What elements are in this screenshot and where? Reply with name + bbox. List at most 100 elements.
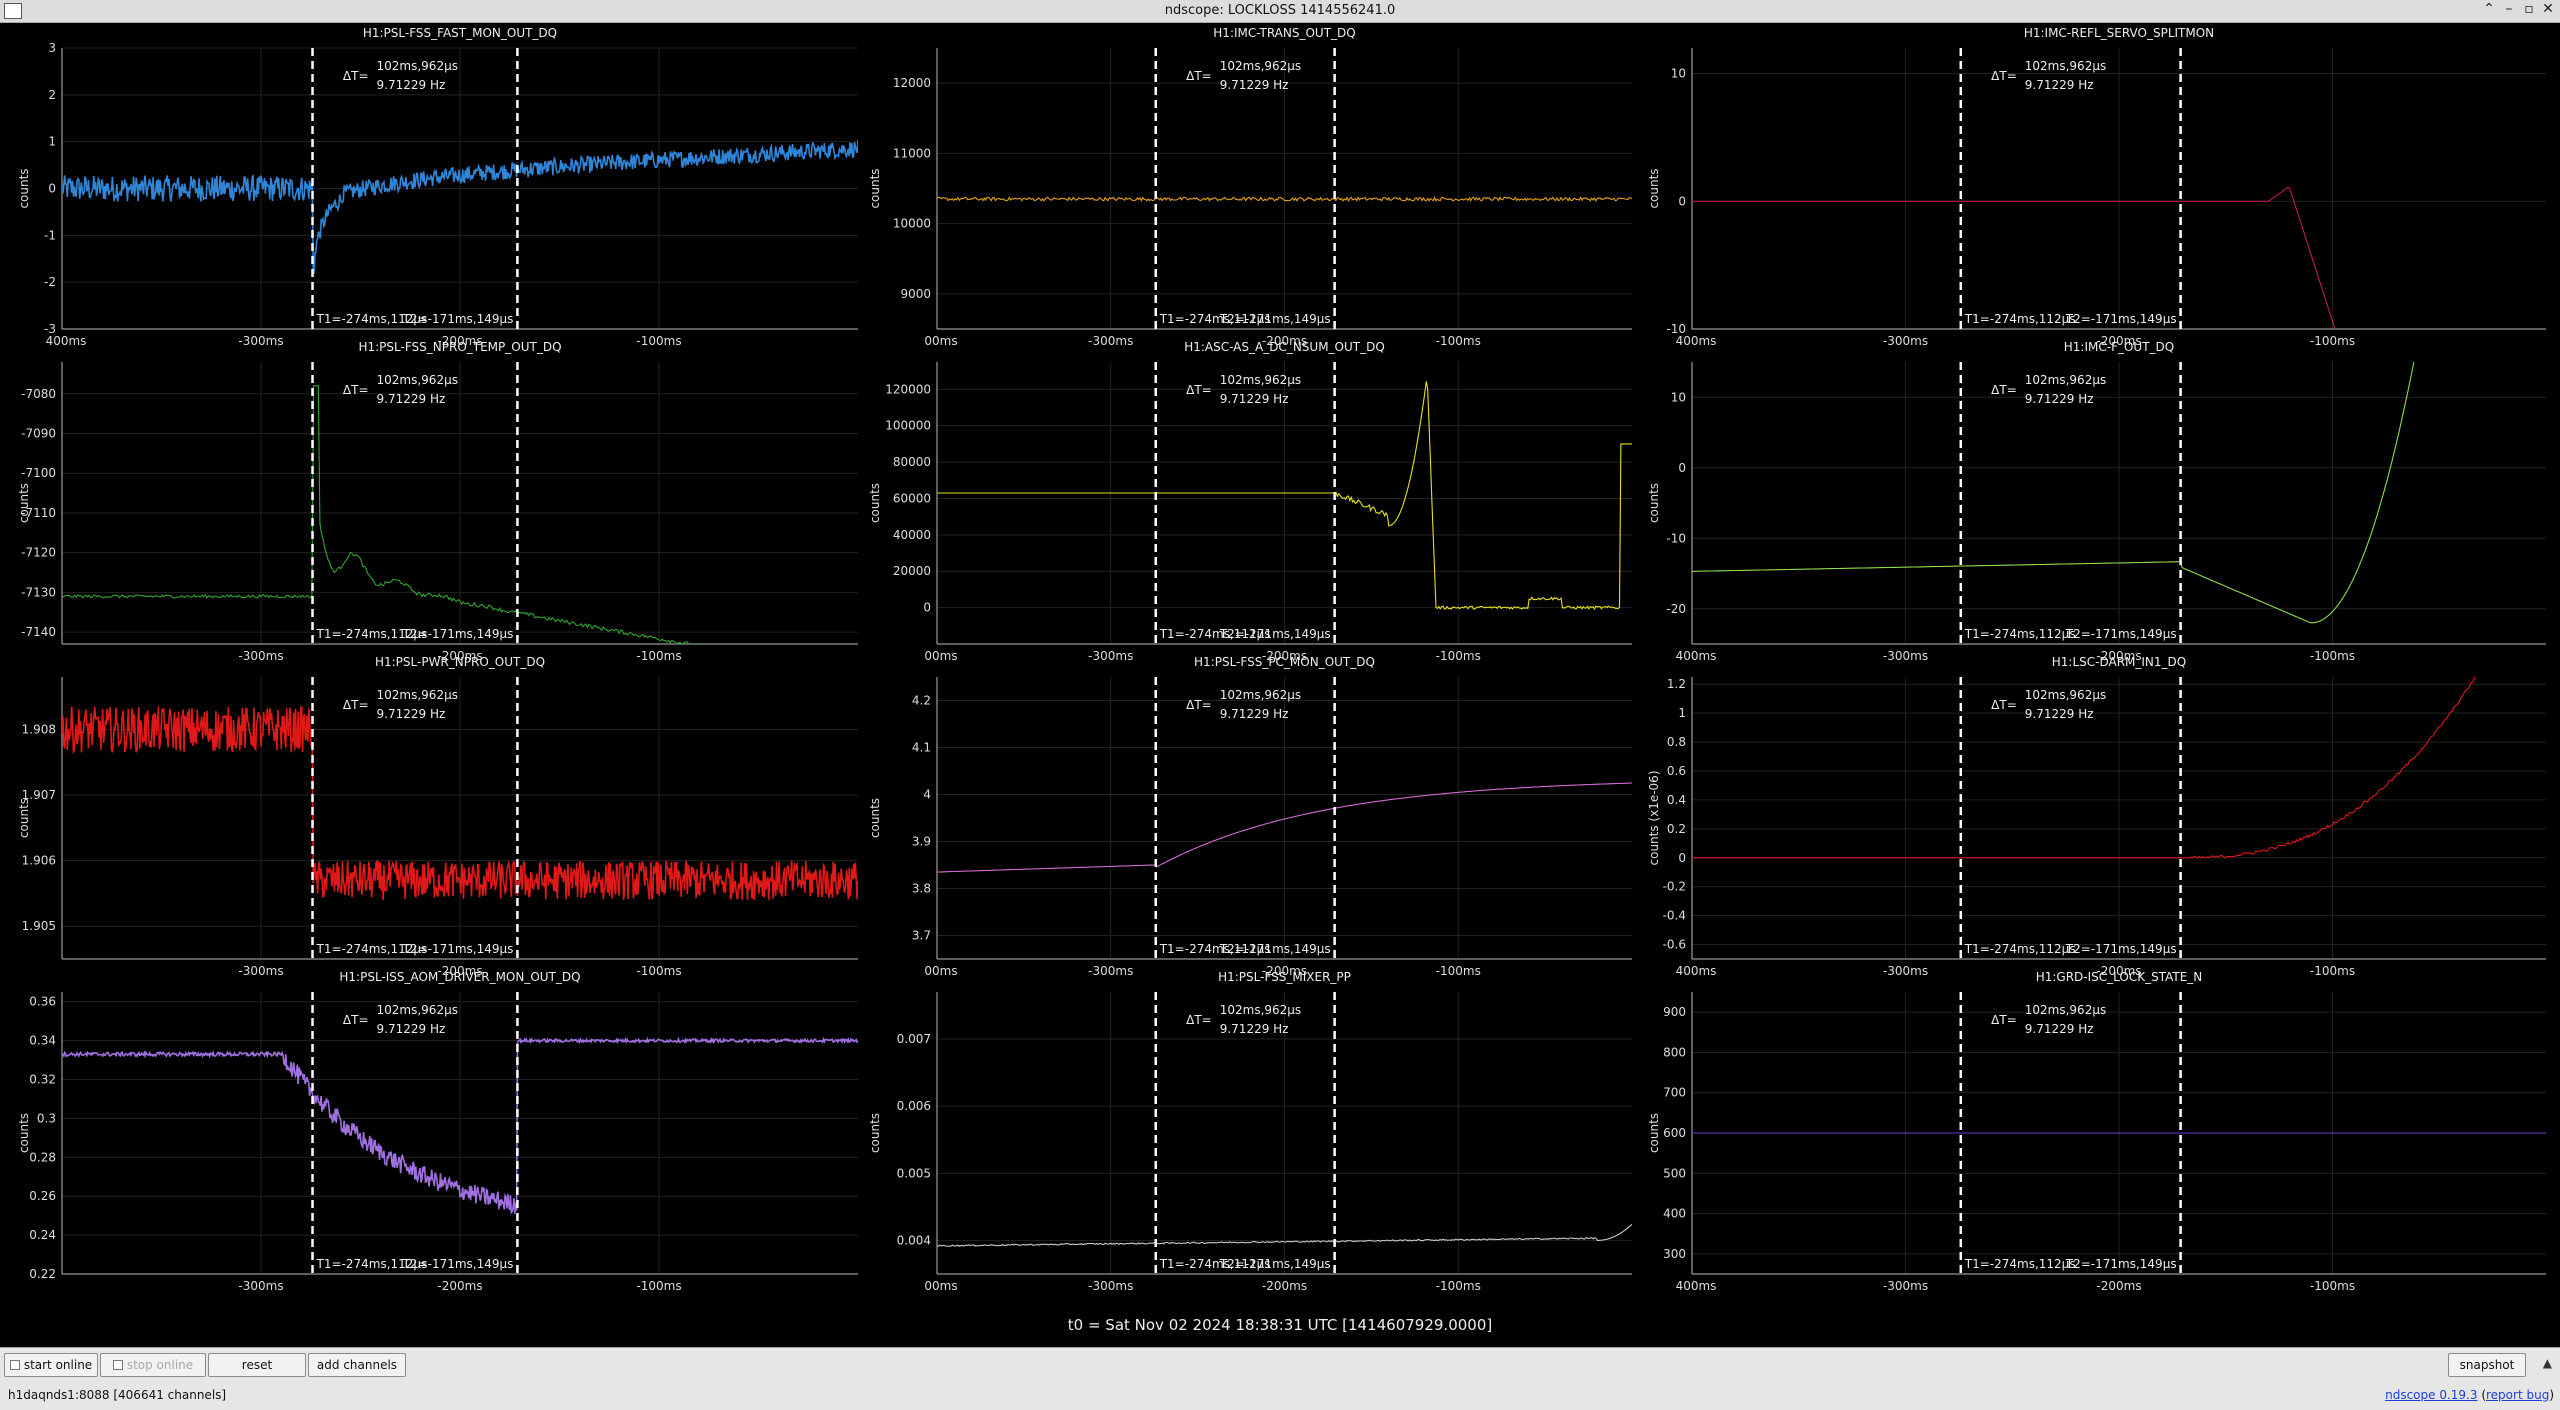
y-tick-label: 0.36 (29, 995, 56, 1009)
plot-panel[interactable]: 1.210.80.60.40.20-0.2-0.4-0.6-300ms -200m… (1647, 548, 2546, 979)
delta-t-frequency: 9.71229 Hz (1220, 78, 1289, 92)
delta-t-frequency: 9.71229 Hz (377, 707, 446, 721)
plot-title: H1:IMC-REFL_SERVO_SPLITMON (2024, 26, 2214, 40)
x-tick-label: 00ms (924, 649, 957, 663)
x-tick-label: -300ms (1883, 649, 1928, 663)
y-tick-label: -7130 (21, 585, 56, 599)
y-tick-label: 12000 (893, 76, 931, 90)
maximize-icon[interactable]: ▫ (2520, 1, 2538, 17)
delta-t-label: ΔT= (1991, 698, 2017, 712)
y-tick-label: 0.8 (1667, 735, 1686, 749)
y-tick-label: -7080 (21, 387, 56, 401)
delta-t-value: 102ms,962µs (1220, 688, 1301, 702)
y-tick-label: 0.28 (29, 1150, 56, 1164)
x-tick-label: -100ms (1436, 1279, 1481, 1293)
plot-title: H1:PSL-FSS_PC_MON_OUT_DQ (1194, 655, 1375, 669)
plot-panel[interactable]: 900 800 700 600 500 400 300 -300ms -200ms -100ms 4… (1647, 970, 2546, 1293)
y-tick-label: 0.004 (897, 1233, 931, 1247)
y-tick-label: 300 (1663, 1247, 1686, 1261)
y-tick-label: 60000 (893, 491, 931, 505)
x-tick-label: -300ms (238, 1279, 283, 1293)
x-tick-label: -200ms (2096, 1279, 2141, 1293)
y-tick-label: 10000 (893, 217, 931, 231)
plot-panel[interactable]: 0.36 0.34 0.32 0.3 0.28 0.26 0.24 0.22 -300ms -20… (17, 970, 858, 1293)
version-info: ndscope 0.19.3 (report bug) (2385, 1388, 2554, 1402)
plot-panel[interactable]: -7080-7090-7100-7110-7120-7130-7140-300m… (17, 340, 858, 675)
y-axis-label: counts (17, 168, 31, 208)
x-tick-label: -100ms (1436, 964, 1481, 978)
y-tick-label: 4.1 (912, 741, 931, 755)
add-channels-button[interactable]: add channels (308, 1353, 406, 1377)
delta-t-label: ΔT= (343, 69, 369, 83)
server-label: h1daqnds1:8088 (8, 1388, 110, 1402)
y-tick-label: 1.905 (22, 919, 56, 933)
t1-cursor-label: T1=-274ms,112µs (1964, 1257, 2076, 1271)
t2-cursor-label: T2=-171ms,149µs (1219, 1257, 1331, 1271)
plot-panel[interactable]: 100-10-20-300ms -200ms -100ms400msH1:IMC-F… (1647, 22, 2546, 663)
x-tick-label: -300ms (1883, 964, 1928, 978)
y-tick-label: 40000 (893, 528, 931, 542)
x-tick-label: -200ms (1262, 1279, 1307, 1293)
y-axis-label: counts (1647, 1113, 1661, 1153)
chevron-up-icon[interactable]: ⌃ (2480, 1, 2498, 17)
t2-cursor-label: T2=-171ms,149µs (2065, 942, 2177, 956)
delta-t-frequency: 9.71229 Hz (2025, 1022, 2094, 1036)
t1-cursor-label: T1=-274ms,112µs (1964, 942, 2076, 956)
y-tick-label: 0.4 (1667, 793, 1686, 807)
y-tick-label: 10 (1671, 67, 1686, 81)
y-tick-label: 500 (1663, 1166, 1686, 1180)
y-tick-label: 3.9 (912, 835, 931, 849)
y-tick-label: -0.6 (1663, 938, 1686, 952)
y-axis-label: counts (1647, 483, 1661, 523)
x-tick-label: 400ms (1676, 334, 1717, 348)
stop-online-label: stop online (126, 1358, 194, 1372)
plot-title: H1:ASC-AS_A_DC_NSUM_OUT_DQ (1184, 340, 1385, 354)
x-tick-label: -100ms (1436, 334, 1481, 348)
plot-panel[interactable]: 120000 100000 80000 60000 40000 20000 0 -300ms -… (868, 340, 1632, 663)
x-tick-label: -300ms (238, 649, 283, 663)
snapshot-button[interactable]: snapshot (2448, 1353, 2526, 1377)
y-tick-label: -0.2 (1663, 880, 1686, 894)
stop-online-button[interactable]: stop online (100, 1353, 206, 1377)
start-online-button[interactable]: start online (4, 1353, 98, 1377)
plot-grid[interactable]: 3 2 1 0 -1 -2 -3 -300ms -200ms -100ms 400ms H1:PSL-… (0, 22, 2560, 1347)
delta-t-label: ΔT= (1991, 1013, 2017, 1027)
plot-title: H1:PSL-FSS_NPRO_TEMP_OUT_DQ (358, 340, 561, 354)
delta-t-value: 102ms,962µs (2025, 688, 2106, 702)
plot-panel[interactable]: 1200011000100009000-300ms -200ms -100ms00m… (868, 26, 1632, 348)
start-online-label: start online (23, 1358, 93, 1372)
version-link[interactable]: ndscope 0.19.3 (2385, 1388, 2477, 1402)
delta-t-frequency: 9.71229 Hz (377, 78, 446, 92)
y-axis-label: counts (x1e-06) (1647, 770, 1661, 865)
plot-panel[interactable]: 3210-1-2-3-300ms -200ms -100ms400msH1:PSL-… (17, 26, 858, 348)
delta-t-label: ΔT= (1186, 69, 1212, 83)
delta-t-label: ΔT= (343, 1013, 369, 1027)
y-tick-label: 80000 (893, 455, 931, 469)
y-tick-label: 700 (1663, 1086, 1686, 1100)
y-tick-label: 3 (48, 41, 56, 55)
close-icon[interactable]: ✕ (2539, 1, 2557, 17)
y-tick-label: -7090 (21, 426, 56, 440)
reset-button[interactable]: reset (208, 1353, 306, 1377)
plots-svg[interactable]: 3210-1-2-3-300ms -200ms -100ms400msH1:PSL-… (0, 22, 2560, 1347)
plot-panel[interactable]: 1.9081.9071.9061.905-300ms -200ms -100msH1… (17, 655, 858, 978)
chevron-up-icon[interactable]: ▲ (2543, 1356, 2552, 1370)
report-bug-link[interactable]: report bug (2486, 1388, 2549, 1402)
x-tick-label: -100ms (636, 334, 681, 348)
window-title: ndscope: LOCKLOSS 1414556241.0 (1164, 3, 1396, 18)
y-tick-label: 0 (1678, 461, 1686, 475)
plot-title: H1:IMC-F_OUT_DQ (2064, 340, 2174, 354)
delta-t-frequency: 9.71229 Hz (2025, 707, 2094, 721)
y-axis-label: counts (868, 168, 882, 208)
delta-t-value: 102ms,962µs (1220, 59, 1301, 73)
plot-panel[interactable]: 0.007 0.006 0.005 0.004 -300ms -200ms -100ms 00… (868, 970, 1632, 1293)
y-tick-label: 10 (1671, 390, 1686, 404)
y-tick-label: 1 (1678, 706, 1686, 720)
x-tick-label: -300ms (238, 334, 283, 348)
plot-panel[interactable]: 4.24.143.93.83.7-300ms -200ms -100ms00msH1… (868, 655, 1632, 978)
channel-count: [406641 channels] (113, 1388, 227, 1402)
minimize-icon[interactable]: – (2500, 1, 2518, 17)
x-tick-label: 400ms (1676, 964, 1717, 978)
plot-panel[interactable]: 100-10-300ms -200ms -100ms400msH1:IMC-REFL… (1647, 26, 2546, 986)
y-tick-label: 0 (1678, 194, 1686, 208)
